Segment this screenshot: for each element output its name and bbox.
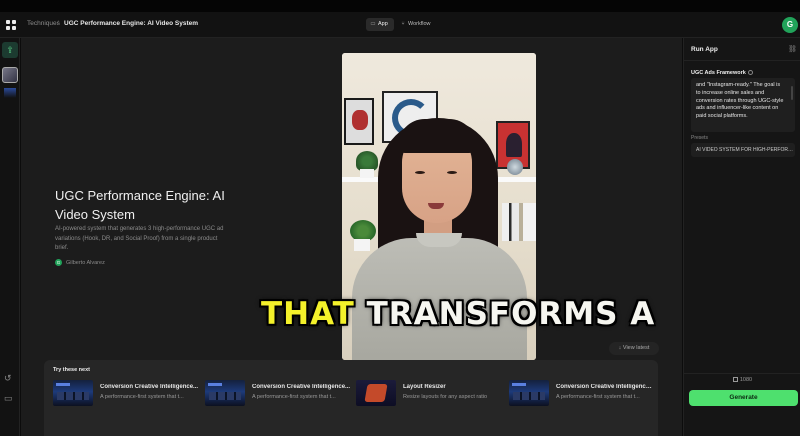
- tab-workflow[interactable]: ⑂ Workflow: [396, 18, 436, 31]
- card-title: Conversion Creative Intelligence...: [556, 384, 654, 390]
- app-description: AI-powered system that generates 3 high-…: [55, 226, 224, 251]
- tab-app[interactable]: ▭ App: [366, 18, 394, 31]
- divider: [684, 60, 800, 61]
- plant: [356, 151, 378, 171]
- person-bangs: [398, 119, 476, 153]
- card-title: Layout Resizer: [403, 384, 446, 390]
- tab-app-label: App: [378, 21, 388, 27]
- card-subtitle: Resize layouts for any aspect ratio: [403, 394, 488, 400]
- author[interactable]: G Gilberto Alvarez: [55, 259, 105, 266]
- breadcrumb-current: UGC Performance Engine: AI Video System: [64, 20, 199, 27]
- info-icon[interactable]: [747, 70, 753, 76]
- card-subtitle: A performance-first system that t...: [556, 394, 640, 400]
- person-collar: [416, 233, 462, 247]
- card-thumbnail: [53, 380, 93, 406]
- link-icon[interactable]: ⛓: [788, 45, 797, 53]
- framework-text: and "Instagram-ready." The goal is to in…: [696, 82, 784, 120]
- credits-count: 1080: [684, 377, 800, 383]
- card-thumbnail: [509, 380, 549, 406]
- phone-icon: ▭: [370, 21, 376, 27]
- try-next-title: Try these next: [53, 367, 90, 373]
- books: [502, 203, 536, 241]
- divider: [684, 373, 800, 374]
- card-title: Conversion Creative Intelligence...: [252, 384, 351, 390]
- suggestion-card[interactable]: Conversion Creative Intelligence... A pe…: [53, 380, 205, 408]
- tab-workflow-label: Workflow: [408, 21, 431, 27]
- card-thumbnail: [205, 380, 245, 406]
- card-title: Conversion Creative Intelligence...: [100, 384, 199, 390]
- framework-label-text: UGC Ads Framework: [691, 70, 746, 76]
- video-caption: THAT TRANSFORMS A: [261, 296, 661, 332]
- framework-label: UGC Ads Framework: [691, 70, 753, 76]
- upload-icon[interactable]: ⇪: [2, 42, 18, 58]
- caption-highlight: THAT: [261, 296, 355, 332]
- card-subtitle: A performance-first system that t...: [252, 394, 336, 400]
- main-canvas: UGC Performance Engine: AI Video System …: [21, 38, 682, 436]
- caption-text: TRANSFORMS A: [354, 296, 656, 332]
- app-logo-icon[interactable]: [5, 19, 17, 31]
- preset-chip[interactable]: AI VIDEO SYSTEM FOR HIGH-PERFORM...: [691, 143, 795, 157]
- credits-icon: [732, 377, 738, 383]
- person-eye: [415, 171, 425, 174]
- left-rail: ⇪ ↺ ▭: [0, 38, 20, 436]
- breadcrumb-separator: /: [57, 20, 59, 27]
- card-thumbnail: [356, 380, 396, 406]
- wall-art: [344, 98, 374, 145]
- mode-tabs: ▭ App ⑂ Workflow: [366, 18, 436, 31]
- suggestion-card[interactable]: Conversion Creative Intelligence... A pe…: [205, 380, 357, 408]
- run-app-panel: Run App ⛓ UGC Ads Framework and "Instagr…: [683, 38, 800, 436]
- card-subtitle: A performance-first system that t...: [100, 394, 184, 400]
- breadcrumb-parent[interactable]: Techniques: [27, 20, 60, 27]
- globe: [507, 159, 523, 175]
- credits-value: 1080: [739, 377, 753, 383]
- framework-textarea[interactable]: and "Instagram-ready." The goal is to in…: [691, 78, 795, 132]
- author-name: Gilberto Alvarez: [66, 259, 105, 266]
- person-eye: [447, 171, 457, 174]
- folder-icon[interactable]: ▭: [4, 393, 13, 404]
- generate-button[interactable]: Generate: [689, 390, 798, 406]
- suggestion-card[interactable]: Layout Resizer Resize layouts for any as…: [356, 380, 508, 408]
- rail-thumbnail[interactable]: [4, 88, 16, 98]
- history-icon[interactable]: ↺: [4, 373, 12, 384]
- rail-thumbnail-active[interactable]: [2, 67, 18, 83]
- workflow-icon: ⑂: [401, 21, 405, 27]
- plant-pot: [360, 169, 374, 178]
- top-strip: [0, 0, 800, 12]
- run-app-title: Run App: [691, 46, 718, 53]
- textarea-scrollbar[interactable]: [791, 86, 793, 100]
- try-next-panel: Try these next Conversion Creative Intel…: [44, 360, 658, 436]
- plant-pot: [354, 239, 370, 251]
- app-header: Techniques / UGC Performance Engine: AI …: [0, 12, 800, 38]
- view-latest-label: View latest: [622, 345, 650, 351]
- user-avatar[interactable]: G: [782, 17, 798, 33]
- author-avatar: G: [55, 259, 62, 266]
- view-latest-button[interactable]: ↓ View latest: [609, 342, 659, 355]
- suggestion-card[interactable]: Conversion Creative Intelligence... A pe…: [509, 380, 654, 408]
- page-title: UGC Performance Engine: AI Video System: [55, 188, 225, 222]
- presets-label: Presets: [691, 135, 708, 141]
